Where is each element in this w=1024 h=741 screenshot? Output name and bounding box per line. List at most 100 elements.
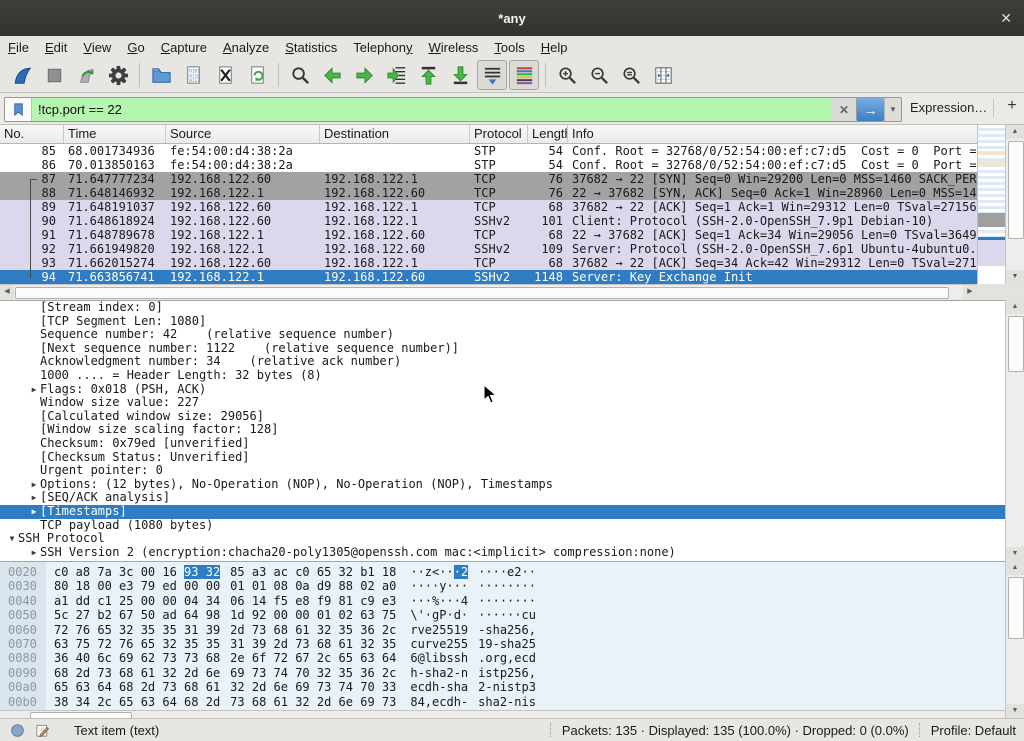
column-header-protocol[interactable]: Protocol xyxy=(470,125,528,143)
go-to-bottom-button[interactable] xyxy=(445,60,475,90)
scrollbar-thumb[interactable] xyxy=(15,287,949,299)
filter-bookmark-button[interactable] xyxy=(5,98,32,121)
hex-row[interactable]: 003080 18 00 e3 79 ed 00 0001 01 08 0a d… xyxy=(0,579,1005,593)
menu-analyze[interactable]: Analyze xyxy=(215,38,277,57)
hex-row[interactable]: 00a065 63 64 68 2d 73 68 6132 2d 6e 69 7… xyxy=(0,680,1005,694)
hex-row[interactable]: 007063 75 72 76 65 32 35 3531 39 2d 73 6… xyxy=(0,637,1005,651)
detail-line[interactable]: [Calculated window size: 29056] xyxy=(0,410,1005,424)
colorize-button[interactable] xyxy=(509,60,539,90)
scroll-up-arrow-icon[interactable]: ▲ xyxy=(1006,125,1024,139)
detail-line[interactable]: [Stream index: 0] xyxy=(0,301,1005,315)
detail-line[interactable]: Window size value: 227 xyxy=(0,396,1005,410)
column-header-time[interactable]: Time xyxy=(64,125,166,143)
column-header-destination[interactable]: Destination xyxy=(320,125,470,143)
details-vscrollbar[interactable]: ▲ ▼ xyxy=(1005,300,1024,561)
expanded-arrow-icon[interactable]: ▼ xyxy=(6,532,18,546)
hex-row[interactable]: 006072 76 65 32 35 35 31 392d 73 68 61 3… xyxy=(0,623,1005,637)
collapsed-arrow-icon[interactable]: ▶ xyxy=(28,505,40,519)
close-file-button[interactable] xyxy=(210,60,240,90)
auto-scroll-button[interactable] xyxy=(477,60,507,90)
go-to-top-button[interactable] xyxy=(413,60,443,90)
detail-line[interactable]: TCP payload (1080 bytes) xyxy=(0,519,1005,533)
zoom-in-button[interactable] xyxy=(552,60,582,90)
save-file-button[interactable]: 010101100111 xyxy=(178,60,208,90)
column-header-length[interactable]: Length xyxy=(528,125,568,143)
display-filter-input[interactable] xyxy=(32,98,832,121)
detail-line[interactable]: Acknowledgment number: 34 (relative ack … xyxy=(0,355,1005,369)
capture-comment-button[interactable] xyxy=(35,723,50,738)
menu-telephony[interactable]: Telephony xyxy=(345,38,420,57)
collapsed-arrow-icon[interactable]: ▶ xyxy=(28,491,40,505)
packet-row[interactable]: 9471.663856741192.168.122.1192.168.122.6… xyxy=(0,270,977,284)
filter-dropdown-caret[interactable]: ▾ xyxy=(884,98,901,121)
detail-line[interactable]: Checksum: 0x79ed [unverified] xyxy=(0,437,1005,451)
column-header-info[interactable]: Info xyxy=(568,125,1024,143)
packet-row[interactable]: 9371.662015274192.168.122.60192.168.122.… xyxy=(0,256,977,270)
capture-options-button[interactable] xyxy=(103,60,133,90)
resize-columns-button[interactable] xyxy=(648,60,678,90)
packet-row[interactable]: 8971.648191037192.168.122.60192.168.122.… xyxy=(0,200,977,214)
packet-row[interactable]: 8670.013850163fe:54:00:d4:38:2aSTP54Conf… xyxy=(0,158,977,172)
detail-line[interactable]: [Window size scaling factor: 128] xyxy=(0,423,1005,437)
menu-help[interactable]: Help xyxy=(533,38,576,57)
packet-row[interactable]: 9271.661949820192.168.122.1192.168.122.6… xyxy=(0,242,977,256)
close-window-button[interactable]: ✕ xyxy=(1000,9,1012,27)
detail-line[interactable]: ▶Flags: 0x018 (PSH, ACK) xyxy=(0,383,1005,397)
expression-button[interactable]: Expression… xyxy=(910,100,987,115)
filter-apply-button[interactable]: → xyxy=(856,98,884,121)
hex-row[interactable]: 008036 40 6c 69 62 73 73 682e 6f 72 67 2… xyxy=(0,651,1005,665)
detail-line[interactable]: ▶Options: (12 bytes), No-Operation (NOP)… xyxy=(0,478,1005,492)
open-file-button[interactable] xyxy=(146,60,176,90)
scroll-up-arrow-icon[interactable]: ▲ xyxy=(1006,561,1024,575)
detail-line[interactable]: [Checksum Status: Unverified] xyxy=(0,451,1005,465)
reload-file-button[interactable] xyxy=(242,60,272,90)
packet-row[interactable]: 8871.648146932192.168.122.1192.168.122.6… xyxy=(0,186,977,200)
zoom-out-button[interactable] xyxy=(584,60,614,90)
packet-list-vscrollbar[interactable]: ▲ ▼ xyxy=(1005,125,1024,284)
status-profile[interactable]: Profile: Default xyxy=(931,723,1016,738)
filter-clear-button[interactable]: ✕ xyxy=(832,98,856,121)
menu-file[interactable]: File xyxy=(0,38,37,57)
detail-line[interactable]: ▶SSH Version 2 (encryption:chacha20-poly… xyxy=(0,546,1005,560)
zoom-reset-button[interactable] xyxy=(616,60,646,90)
packet-row[interactable]: 8771.647777234192.168.122.60192.168.122.… xyxy=(0,172,977,186)
hex-row[interactable]: 00b038 34 2c 65 63 64 68 2d73 68 61 32 2… xyxy=(0,695,1005,709)
hex-row[interactable]: 0040a1 dd c1 25 00 00 04 3406 14 f5 e8 f… xyxy=(0,594,1005,608)
detail-line[interactable]: [Next sequence number: 1122 (relative se… xyxy=(0,342,1005,356)
hex-row[interactable]: 0020c0 a8 7a 3c 00 16 93 3285 a3 ac c0 6… xyxy=(0,565,1005,579)
packet-row[interactable]: 9171.648789678192.168.122.1192.168.122.6… xyxy=(0,228,977,242)
packet-list-minimap[interactable] xyxy=(977,125,1006,284)
column-header-no[interactable]: No. xyxy=(0,125,64,143)
packet-row[interactable]: 8568.001734936fe:54:00:d4:38:2aSTP54Conf… xyxy=(0,144,977,158)
menu-tools[interactable]: Tools xyxy=(486,38,532,57)
detail-line[interactable]: [TCP Segment Len: 1080] xyxy=(0,315,1005,329)
collapsed-arrow-icon[interactable]: ▶ xyxy=(28,478,40,492)
expert-info-button[interactable] xyxy=(10,723,25,738)
scrollbar-thumb[interactable] xyxy=(1008,577,1024,639)
collapsed-arrow-icon[interactable]: ▶ xyxy=(28,383,40,397)
detail-line[interactable]: ▶[Timestamps] xyxy=(0,505,1005,519)
scroll-right-arrow-icon[interactable]: ▶ xyxy=(963,285,977,299)
stop-capture-button[interactable] xyxy=(39,60,69,90)
add-filter-button[interactable]: + xyxy=(1003,97,1021,115)
go-to-packet-button[interactable] xyxy=(381,60,411,90)
detail-line[interactable]: Urgent pointer: 0 xyxy=(0,464,1005,478)
menu-go[interactable]: Go xyxy=(119,38,152,57)
start-capture-button[interactable] xyxy=(7,60,37,90)
go-forward-button[interactable] xyxy=(349,60,379,90)
bytes-hscrollbar[interactable] xyxy=(0,710,1005,718)
detail-line[interactable]: ▼SSH Protocol xyxy=(0,532,1005,546)
scroll-down-arrow-icon[interactable]: ▼ xyxy=(1006,270,1024,284)
scroll-down-arrow-icon[interactable]: ▼ xyxy=(1006,547,1024,561)
detail-line[interactable]: 1000 .... = Header Length: 32 bytes (8) xyxy=(0,369,1005,383)
scroll-down-arrow-icon[interactable]: ▼ xyxy=(1006,704,1024,718)
menu-capture[interactable]: Capture xyxy=(153,38,215,57)
go-back-button[interactable] xyxy=(317,60,347,90)
column-header-source[interactable]: Source xyxy=(166,125,320,143)
detail-line[interactable]: ▶[SEQ/ACK analysis] xyxy=(0,491,1005,505)
menu-edit[interactable]: Edit xyxy=(37,38,75,57)
detail-line[interactable]: Sequence number: 42 (relative sequence n… xyxy=(0,328,1005,342)
scrollbar-thumb[interactable] xyxy=(1008,316,1024,372)
scroll-up-arrow-icon[interactable]: ▲ xyxy=(1006,300,1024,314)
packet-list-hscrollbar[interactable]: ◀ ▶ xyxy=(0,284,977,299)
